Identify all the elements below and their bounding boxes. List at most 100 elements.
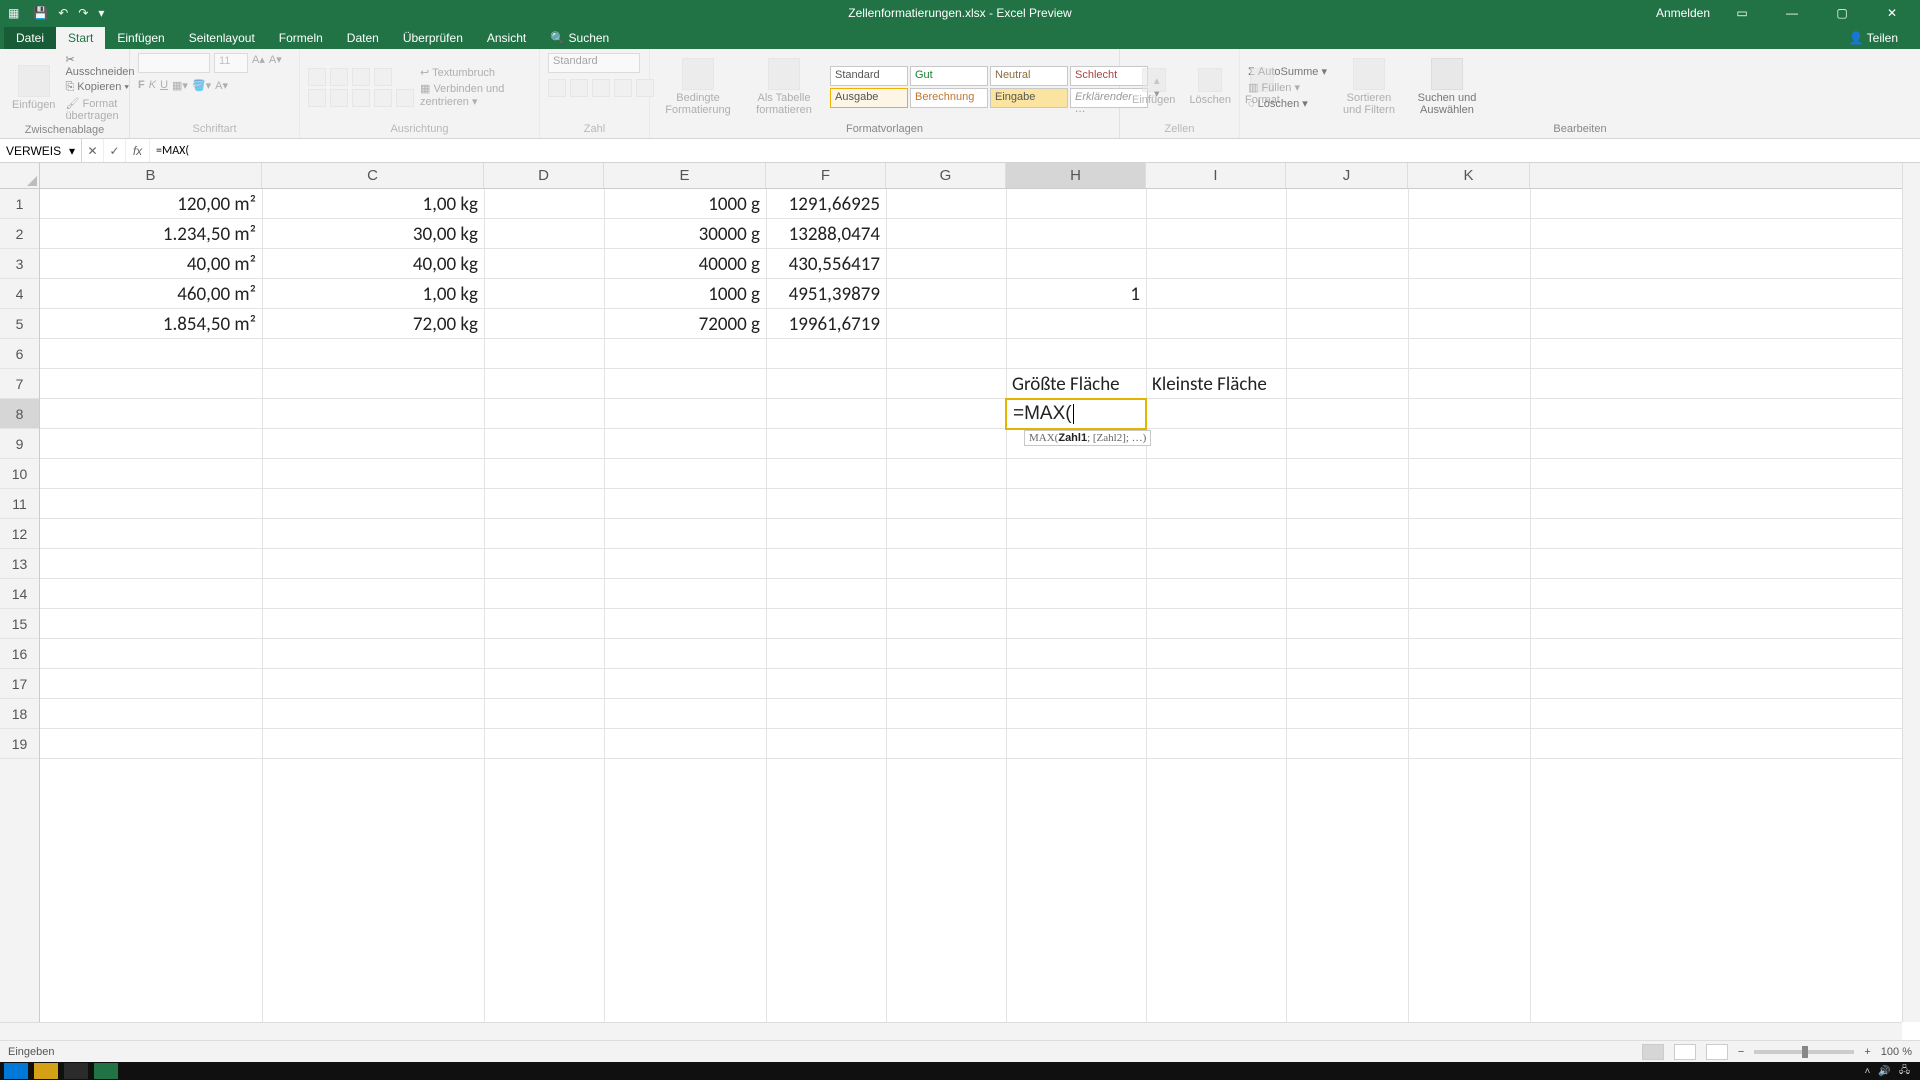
cell-C2[interactable]: 30,00 kg <box>262 219 484 249</box>
style-neutral[interactable]: Neutral <box>990 66 1068 86</box>
col-header-J[interactable]: J <box>1286 163 1408 188</box>
name-box[interactable]: VERWEIS▾ <box>0 139 82 162</box>
copy-button[interactable]: ⎘ Kopieren ▾ <box>65 81 134 94</box>
close-button[interactable]: ✕ <box>1874 6 1910 20</box>
thousands-icon[interactable] <box>592 79 610 97</box>
taskbar-excel-icon[interactable] <box>94 1063 118 1079</box>
align-center-icon[interactable] <box>330 89 348 107</box>
cell-E4[interactable]: 1000 g <box>604 279 766 309</box>
merge-center-button[interactable]: ▦ Verbinden und zentrieren ▾ <box>420 82 531 108</box>
worksheet[interactable]: BCDEFGHIJK 12345678910111213141516171819… <box>0 163 1920 1040</box>
row-header-19[interactable]: 19 <box>0 729 39 759</box>
start-button[interactable] <box>4 1063 28 1079</box>
redo-icon[interactable]: ↷ <box>78 6 88 20</box>
tray-chevron-icon[interactable]: ˄ <box>1865 1066 1871 1077</box>
insert-cells-button[interactable]: Einfügen <box>1128 66 1179 108</box>
format-as-table-button[interactable]: Als Tabelle formatieren <box>744 56 824 118</box>
find-select-button[interactable]: Suchen und Auswählen <box>1411 56 1483 118</box>
cell-B5[interactable]: 1.854,50 m² <box>40 309 262 339</box>
col-header-B[interactable]: B <box>40 163 262 188</box>
col-header-D[interactable]: D <box>484 163 604 188</box>
row-header-17[interactable]: 17 <box>0 669 39 699</box>
tab-start[interactable]: Start <box>56 27 105 49</box>
sort-filter-button[interactable]: Sortieren und Filtern <box>1333 56 1405 118</box>
zoom-slider[interactable] <box>1754 1050 1854 1054</box>
tab-formeln[interactable]: Formeln <box>267 27 335 49</box>
italic-button[interactable]: K <box>149 79 156 92</box>
signin-link[interactable]: Anmelden <box>1656 6 1710 20</box>
row-header-4[interactable]: 4 <box>0 279 39 309</box>
cell-E1[interactable]: 1000 g <box>604 189 766 219</box>
style-gut[interactable]: Gut <box>910 66 988 86</box>
tab-datei[interactable]: Datei <box>4 27 56 49</box>
fill-color-button[interactable]: 🪣▾ <box>192 79 211 92</box>
row-header-8[interactable]: 8 <box>0 399 39 429</box>
cell-grid[interactable]: 120,00 m²1.234,50 m²40,00 m²460,00 m²1.8… <box>40 189 1902 1022</box>
formula-input[interactable]: =MAX( <box>150 139 1920 162</box>
align-middle-icon[interactable] <box>330 68 348 86</box>
style-eingabe[interactable]: Eingabe <box>990 88 1068 108</box>
row-header-18[interactable]: 18 <box>0 699 39 729</box>
border-button[interactable]: ▦▾ <box>172 79 188 92</box>
row-header-5[interactable]: 5 <box>0 309 39 339</box>
conditional-formatting-button[interactable]: Bedingte Formatierung <box>658 56 738 118</box>
font-color-button[interactable]: A▾ <box>215 79 228 92</box>
row-header-13[interactable]: 13 <box>0 549 39 579</box>
wrap-text-button[interactable]: ↩ Textumbruch <box>420 66 531 79</box>
tray-volume-icon[interactable]: 🔊 <box>1878 1066 1890 1077</box>
col-header-K[interactable]: K <box>1408 163 1530 188</box>
col-header-I[interactable]: I <box>1146 163 1286 188</box>
chevron-down-icon[interactable]: ▾ <box>69 144 75 158</box>
format-painter-button[interactable]: 🖌 Format übertragen <box>65 97 134 122</box>
inc-decimal-icon[interactable] <box>614 79 632 97</box>
zoom-out-button[interactable]: − <box>1738 1046 1744 1058</box>
cell-E2[interactable]: 30000 g <box>604 219 766 249</box>
col-header-H[interactable]: H <box>1006 163 1146 188</box>
col-header-E[interactable]: E <box>604 163 766 188</box>
tab-ueberpruefen[interactable]: Überprüfen <box>391 27 475 49</box>
align-bottom-icon[interactable] <box>352 68 370 86</box>
accept-formula-button[interactable]: ✓ <box>104 139 126 162</box>
tab-daten[interactable]: Daten <box>335 27 391 49</box>
row-header-10[interactable]: 10 <box>0 459 39 489</box>
underline-button[interactable]: U <box>160 79 168 92</box>
row-header-12[interactable]: 12 <box>0 519 39 549</box>
shrink-font-icon[interactable]: A▾ <box>269 53 282 73</box>
view-pagelayout-button[interactable] <box>1674 1044 1696 1060</box>
horizontal-scrollbar-track[interactable] <box>0 1022 1902 1040</box>
grow-font-icon[interactable]: A▴ <box>252 53 265 73</box>
paste-button[interactable]: Einfügen <box>8 63 59 113</box>
cell-E5[interactable]: 72000 g <box>604 309 766 339</box>
tab-ansicht[interactable]: Ansicht <box>475 27 538 49</box>
cell-B2[interactable]: 1.234,50 m² <box>40 219 262 249</box>
bold-button[interactable]: F <box>138 79 145 92</box>
style-ausgabe[interactable]: Ausgabe <box>830 88 908 108</box>
undo-icon[interactable]: ↶ <box>58 6 68 20</box>
cell-F2[interactable]: 13288,0474 <box>766 219 886 249</box>
cancel-formula-button[interactable]: ✕ <box>82 139 104 162</box>
cell-C5[interactable]: 72,00 kg <box>262 309 484 339</box>
row-header-9[interactable]: 9 <box>0 429 39 459</box>
cell-F4[interactable]: 4951,39879 <box>766 279 886 309</box>
save-icon[interactable]: 💾 <box>33 6 48 20</box>
maximize-button[interactable]: ▢ <box>1824 6 1860 20</box>
dec-decimal-icon[interactable] <box>636 79 654 97</box>
qat-more-icon[interactable]: ▾ <box>98 6 104 20</box>
cell-C4[interactable]: 1,00 kg <box>262 279 484 309</box>
cell-H7[interactable]: Größte Fläche <box>1006 369 1146 399</box>
taskbar-app-icon[interactable] <box>64 1063 88 1079</box>
fill-button[interactable]: ▥ Füllen ▾ <box>1248 81 1327 94</box>
minimize-button[interactable]: — <box>1774 6 1810 20</box>
tab-einfuegen[interactable]: Einfügen <box>105 27 176 49</box>
tab-suchen[interactable]: 🔍 Suchen <box>538 27 621 49</box>
font-size-combo[interactable]: 11 <box>214 53 248 73</box>
cell-H4[interactable]: 1 <box>1006 279 1146 309</box>
tab-teilen[interactable]: 👤 Teilen <box>1837 27 1910 49</box>
view-normal-button[interactable] <box>1642 1044 1664 1060</box>
style-berechnung[interactable]: Berechnung <box>910 88 988 108</box>
row-header-3[interactable]: 3 <box>0 249 39 279</box>
align-top-icon[interactable] <box>308 68 326 86</box>
row-header-2[interactable]: 2 <box>0 219 39 249</box>
col-header-C[interactable]: C <box>262 163 484 188</box>
orientation-icon[interactable] <box>374 68 392 86</box>
